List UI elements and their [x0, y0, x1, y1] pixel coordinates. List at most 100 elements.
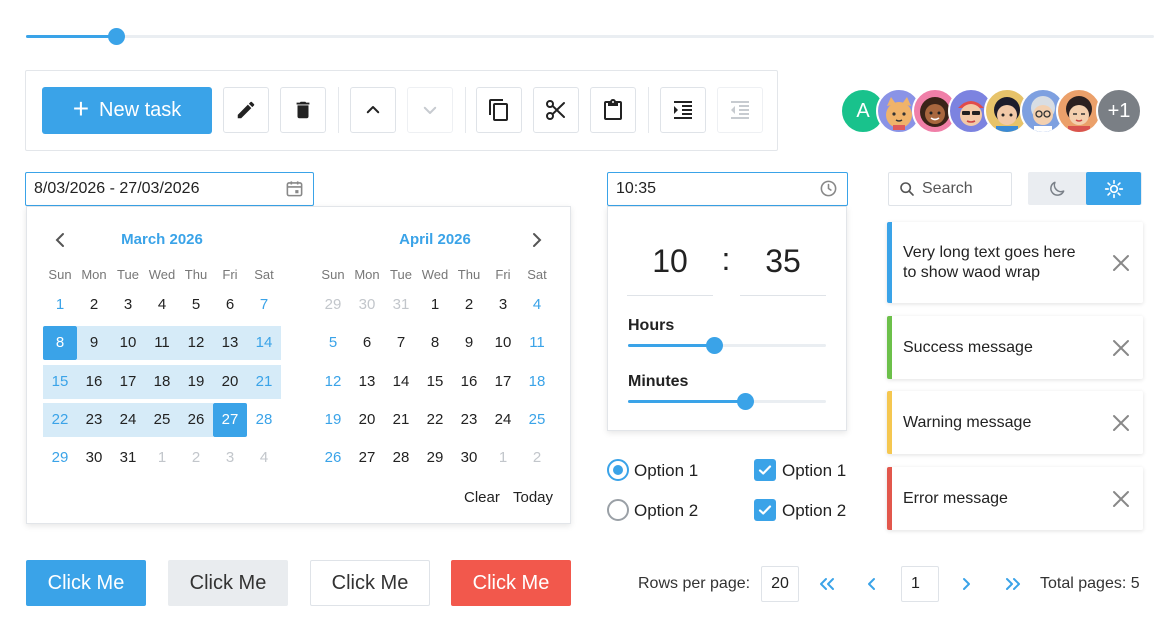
checkbox-option-2[interactable] [754, 499, 776, 521]
calendar-day[interactable]: 13 [350, 365, 384, 399]
calendar-day[interactable]: 20 [213, 364, 247, 399]
page-number-input[interactable]: 1 [901, 566, 939, 602]
calendar-day[interactable]: 3 [111, 288, 145, 322]
calendar-day[interactable]: 30 [350, 288, 384, 322]
cut-button[interactable] [533, 87, 579, 133]
calendar-day[interactable]: 4 [520, 288, 554, 322]
calendar-day[interactable]: 2 [452, 288, 486, 322]
outline-button[interactable]: Click Me [310, 560, 430, 606]
calendar-day[interactable]: 9 [77, 326, 111, 361]
calendar-day[interactable]: 1 [43, 288, 77, 322]
calendar-day[interactable]: 2 [77, 288, 111, 322]
calendar-day[interactable]: 17 [486, 365, 520, 399]
avatar-overflow-count[interactable]: +1 [1096, 88, 1142, 134]
calendar-day[interactable]: 26 [316, 441, 350, 475]
calendar-day[interactable]: 23 [452, 403, 486, 437]
edit-button[interactable] [223, 87, 269, 133]
calendar-day[interactable]: 29 [418, 441, 452, 475]
calendar-day[interactable]: 23 [77, 402, 111, 437]
top-slider-track[interactable] [26, 35, 1154, 38]
calendar-day[interactable]: 31 [111, 441, 145, 475]
next-page-icon[interactable] [960, 576, 972, 592]
calendar-day[interactable]: 20 [350, 403, 384, 437]
calendar-day[interactable]: 25 [145, 402, 179, 437]
calendar-day[interactable]: 11 [520, 326, 554, 360]
close-icon[interactable] [1111, 413, 1131, 433]
previous-page-icon[interactable] [866, 576, 878, 592]
first-page-icon[interactable] [818, 576, 836, 592]
calendar-day[interactable]: 27 [350, 441, 384, 475]
calendar-day[interactable]: 2 [179, 441, 213, 475]
calendar-day[interactable]: 27 [213, 402, 247, 437]
calendar-day[interactable]: 28 [384, 441, 418, 475]
moon-icon[interactable] [1047, 179, 1067, 199]
close-icon[interactable] [1111, 253, 1131, 273]
calendar-day[interactable]: 30 [452, 441, 486, 475]
radio-option-2[interactable] [607, 499, 629, 521]
rows-per-page-select[interactable]: 20 [761, 566, 799, 602]
calendar-day[interactable]: 4 [145, 288, 179, 322]
calendar-day[interactable]: 12 [179, 326, 213, 361]
delete-button[interactable] [280, 87, 326, 133]
calendar-day[interactable]: 13 [213, 326, 247, 361]
calendar-day[interactable]: 29 [43, 441, 77, 475]
calendar-day[interactable]: 7 [247, 288, 281, 322]
calendar-day[interactable]: 16 [452, 365, 486, 399]
chevron-right-icon[interactable] [530, 232, 544, 248]
secondary-button[interactable]: Click Me [168, 560, 288, 606]
calendar-day[interactable]: 10 [486, 326, 520, 360]
calendar-day[interactable]: 26 [179, 402, 213, 437]
calendar-day[interactable]: 24 [111, 402, 145, 437]
calendar-day[interactable]: 3 [486, 288, 520, 322]
calendar-day[interactable]: 29 [316, 288, 350, 322]
close-icon[interactable] [1111, 338, 1131, 358]
calendar-day[interactable]: 16 [77, 364, 111, 399]
calendar-day[interactable]: 5 [316, 326, 350, 360]
calendar-day[interactable]: 9 [452, 326, 486, 360]
calendar-day[interactable]: 17 [111, 364, 145, 399]
indent-button[interactable] [660, 87, 706, 133]
calendar-day[interactable]: 22 [43, 402, 77, 437]
calendar-day[interactable]: 18 [520, 365, 554, 399]
calendar-day[interactable]: 21 [247, 364, 281, 399]
calendar-day[interactable]: 19 [316, 403, 350, 437]
calendar-day[interactable]: 22 [418, 403, 452, 437]
calendar-day[interactable]: 5 [179, 288, 213, 322]
clear-button[interactable]: Clear [464, 489, 500, 506]
calendar-day[interactable]: 8 [418, 326, 452, 360]
calendar-day[interactable]: 28 [247, 403, 281, 437]
radio-option-1[interactable] [607, 459, 629, 481]
date-range-input[interactable]: 8/03/2026 - 27/03/2026 [25, 172, 314, 206]
calendar-day[interactable]: 6 [213, 288, 247, 322]
search-input[interactable]: Search [888, 172, 1012, 206]
copy-button[interactable] [476, 87, 522, 133]
calendar-day[interactable]: 12 [316, 365, 350, 399]
calendar-icon[interactable] [285, 179, 304, 198]
calendar-day[interactable]: 3 [213, 441, 247, 475]
calendar-day[interactable]: 18 [145, 364, 179, 399]
calendar-day[interactable]: 4 [247, 441, 281, 475]
calendar-day[interactable]: 2 [520, 441, 554, 475]
calendar-day[interactable]: 19 [179, 364, 213, 399]
calendar-day[interactable]: 25 [520, 403, 554, 437]
new-task-button[interactable]: + New task [42, 87, 212, 134]
last-page-icon[interactable] [1004, 576, 1022, 592]
hours-slider-thumb[interactable] [706, 337, 724, 354]
calendar-day[interactable]: 31 [384, 288, 418, 322]
paste-button[interactable] [590, 87, 636, 133]
time-input[interactable]: 10:35 [607, 172, 848, 206]
calendar-day[interactable]: 1 [486, 441, 520, 475]
calendar-day[interactable]: 24 [486, 403, 520, 437]
calendar-day[interactable]: 10 [111, 326, 145, 361]
close-icon[interactable] [1111, 489, 1131, 509]
calendar-day[interactable]: 15 [43, 364, 77, 399]
danger-button[interactable]: Click Me [451, 560, 571, 606]
move-up-button[interactable] [350, 87, 396, 133]
calendar-day[interactable]: 21 [384, 403, 418, 437]
top-slider-thumb[interactable] [108, 28, 126, 45]
checkbox-option-1[interactable] [754, 459, 776, 481]
calendar-day[interactable]: 15 [418, 365, 452, 399]
calendar-day[interactable]: 7 [384, 326, 418, 360]
primary-button[interactable]: Click Me [26, 560, 146, 606]
clock-icon[interactable] [819, 179, 838, 198]
